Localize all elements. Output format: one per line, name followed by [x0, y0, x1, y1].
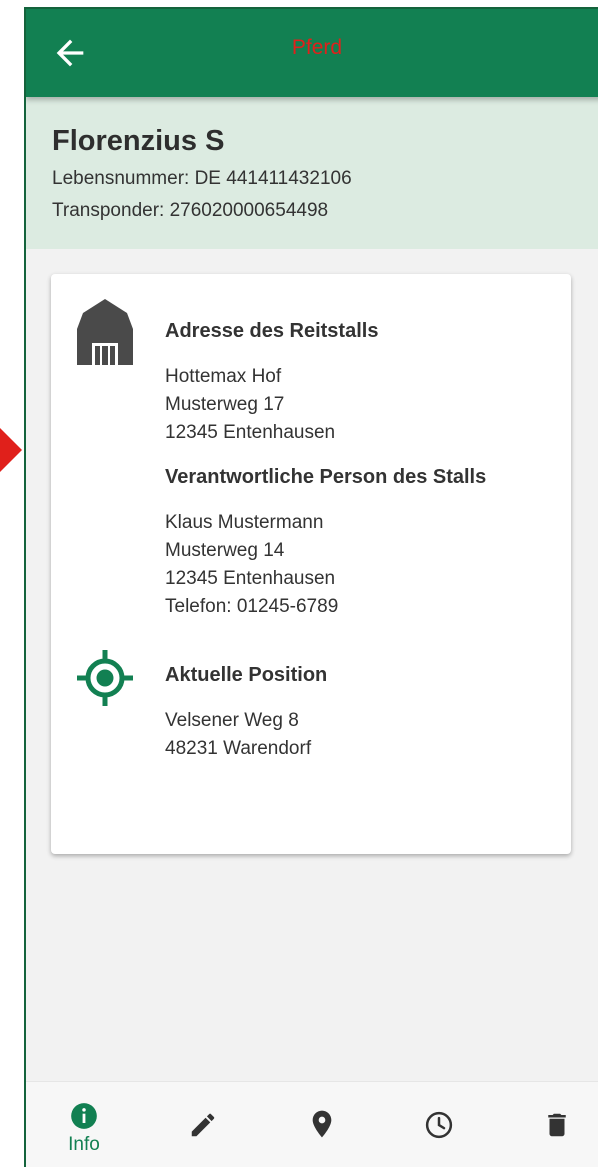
- app-screen: Pferd Florenzius S Lebensnummer: DE 4414…: [24, 7, 598, 1167]
- nav-edit[interactable]: [166, 1082, 238, 1167]
- responsible-line: Klaus Mustermann: [165, 512, 324, 533]
- nav-location[interactable]: [284, 1082, 356, 1167]
- responsible-line: 12345 Entenhausen: [165, 568, 336, 589]
- horse-header: Florenzius S Lebensnummer: DE 4414114321…: [26, 97, 598, 249]
- bottom-navigation: Info: [26, 1081, 598, 1167]
- lebensnummer: Lebensnummer: DE 441411432106: [52, 168, 352, 189]
- clock-icon: [425, 1111, 453, 1139]
- red-arrow-pointer: [0, 428, 22, 472]
- location-pin-icon: [312, 1110, 332, 1138]
- nav-info[interactable]: Info: [48, 1082, 120, 1167]
- stable-address-title: Adresse des Reitstalls: [165, 320, 379, 342]
- info-card: Adresse des Reitstalls Hottemax Hof Must…: [51, 274, 571, 854]
- info-icon: [71, 1103, 97, 1129]
- responsible-line: Musterweg 14: [165, 540, 285, 561]
- position-line: Velsener Weg 8: [165, 710, 299, 731]
- responsible-person-title: Verantwortliche Person des Stalls: [165, 466, 487, 488]
- pencil-icon: [191, 1113, 215, 1137]
- target-location-icon: [77, 650, 133, 706]
- app-bar-title: Pferd: [291, 36, 343, 59]
- app-bar: Pferd: [26, 9, 598, 97]
- position-line: 48231 Warendorf: [165, 738, 312, 759]
- barn-icon: [77, 299, 133, 365]
- current-position-title: Aktuelle Position: [165, 664, 328, 686]
- stable-line: Musterweg 17: [165, 394, 285, 415]
- nav-delete[interactable]: [520, 1082, 592, 1167]
- nav-info-label: Info: [68, 1134, 100, 1155]
- trash-icon: [548, 1113, 566, 1137]
- stable-line: Hottemax Hof: [165, 366, 282, 387]
- horse-name: Florenzius S: [52, 125, 225, 157]
- nav-history[interactable]: [402, 1082, 474, 1167]
- transponder: Transponder: 276020000654498: [52, 200, 329, 221]
- stable-line: 12345 Entenhausen: [165, 422, 336, 443]
- responsible-phone: Telefon: 01245-6789: [165, 596, 339, 617]
